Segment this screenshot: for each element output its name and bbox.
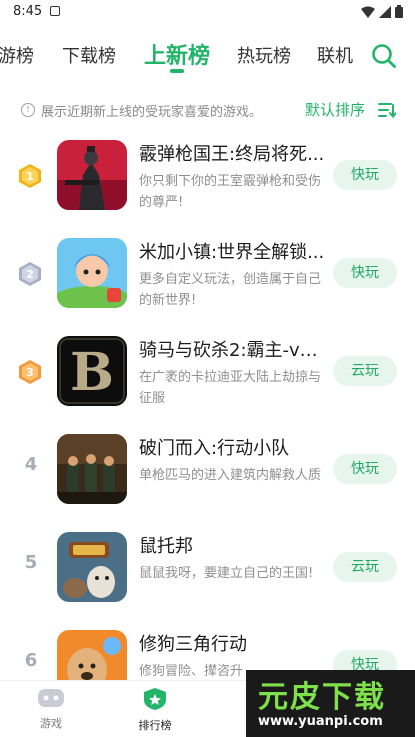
wifi-icon <box>361 6 375 18</box>
bronze-medal-icon: 3 <box>19 360 41 384</box>
list-item[interactable]: 2 米加小镇:世界全解锁... 更多自定义玩法，创造属于自己的新世界! 快玩 <box>0 228 415 318</box>
rank-number: 5 <box>24 552 38 573</box>
game-description: 单枪匹马的进入建筑内解救人质 <box>139 468 322 483</box>
game-title: 骑马与砍杀2:霸主-v1.... <box>139 340 329 361</box>
tab-multiplayer[interactable]: 联机 <box>317 42 353 68</box>
game-description: 更多自定义玩法，创造属于自己的新世界! <box>139 272 322 308</box>
tab-new-ranking[interactable]: 上新榜 <box>144 38 210 70</box>
game-description: 鼠鼠我呀，要建立自己的王国! <box>139 566 314 581</box>
sort-button[interactable]: 默认排序 <box>305 99 365 120</box>
gold-medal-icon: 1 <box>19 164 41 188</box>
gamepad-icon <box>38 689 64 707</box>
info-icon: ! <box>21 103 35 117</box>
signal-icon <box>379 5 391 18</box>
rank-number: 2 <box>26 268 34 281</box>
list-item[interactable]: 4 破门而入:行动小队 单枪匹马的进入建筑内解救人质 快玩 <box>0 424 415 514</box>
tab-download-ranking[interactable]: 下载榜 <box>62 42 116 68</box>
info-bar: ! 展示近期新上线的受玩家喜爱的游戏。 默认排序 <box>0 96 415 124</box>
game-thumbnail[interactable]: B <box>57 336 127 406</box>
cloud-play-button[interactable]: 云玩 <box>333 356 397 386</box>
quick-play-button[interactable]: 快玩 <box>333 258 397 288</box>
active-tab-indicator <box>170 69 184 73</box>
info-text: 展示近期新上线的受玩家喜爱的游戏。 <box>41 105 263 120</box>
list-item[interactable]: 3 B 骑马与砍杀2:霸主-v1.... 在广袤的卡拉迪亚大陆上劫掠与征服 云玩 <box>0 326 415 416</box>
search-icon[interactable] <box>371 43 397 69</box>
cloud-play-button[interactable]: 云玩 <box>333 552 397 582</box>
status-icons <box>361 5 403 18</box>
watermark-url: www.yuanpi.com <box>258 714 383 729</box>
silver-medal-icon: 2 <box>19 262 41 286</box>
game-title: 米加小镇:世界全解锁... <box>139 242 325 263</box>
quick-play-button[interactable]: 快玩 <box>333 454 397 484</box>
game-description: 在广袤的卡拉迪亚大陆上劫掠与征服 <box>139 370 322 406</box>
game-title: 修狗三角行动 <box>139 634 247 655</box>
game-thumbnail[interactable] <box>57 434 127 504</box>
svg-text:B: B <box>70 342 114 403</box>
status-time: 8:45 <box>13 4 43 19</box>
nav-label: 排行榜 <box>138 719 172 732</box>
status-bar: 8:45 <box>0 0 415 24</box>
rank-number: 3 <box>26 366 34 379</box>
ranking-tabs: 游榜 下载榜 上新榜 热玩榜 联机 <box>0 36 415 80</box>
game-thumbnail[interactable] <box>57 140 127 210</box>
game-title: 霰弹枪国王:终局将死... <box>139 144 325 165</box>
nav-item-ranking[interactable]: 排行榜 <box>125 687 185 733</box>
nav-item-games[interactable]: 游戏 <box>21 687 81 731</box>
tab-game-list[interactable]: 游榜 <box>0 42 34 68</box>
rank-number: 6 <box>24 650 38 671</box>
game-thumbnail[interactable] <box>57 532 127 602</box>
game-title: 鼠托邦 <box>139 536 193 557</box>
notification-icon <box>50 6 60 16</box>
sort-icon[interactable] <box>378 102 396 118</box>
rank-number: 1 <box>26 170 34 183</box>
list-item[interactable]: 1 霰弹枪国王:终局将死... 你只剩下你的王室霰弹枪和受伤的尊严! 快玩 <box>0 130 415 220</box>
rank-number: 4 <box>24 454 38 475</box>
game-title: 破门而入:行动小队 <box>139 438 290 459</box>
battery-icon <box>395 5 403 18</box>
quick-play-button[interactable]: 快玩 <box>333 160 397 190</box>
game-thumbnail[interactable] <box>57 238 127 308</box>
watermark-logo: 元皮下载 www.yuanpi.com <box>246 670 415 737</box>
nav-label: 游戏 <box>40 717 62 730</box>
ranking-shield-icon <box>144 688 166 710</box>
game-description: 你只剩下你的王室霰弹枪和受伤的尊严! <box>139 174 322 210</box>
tab-hot-ranking[interactable]: 热玩榜 <box>237 42 291 68</box>
list-item[interactable]: 5 鼠托邦 鼠鼠我呀，要建立自己的王国! 云玩 <box>0 522 415 612</box>
watermark-title: 元皮下载 <box>258 680 386 715</box>
